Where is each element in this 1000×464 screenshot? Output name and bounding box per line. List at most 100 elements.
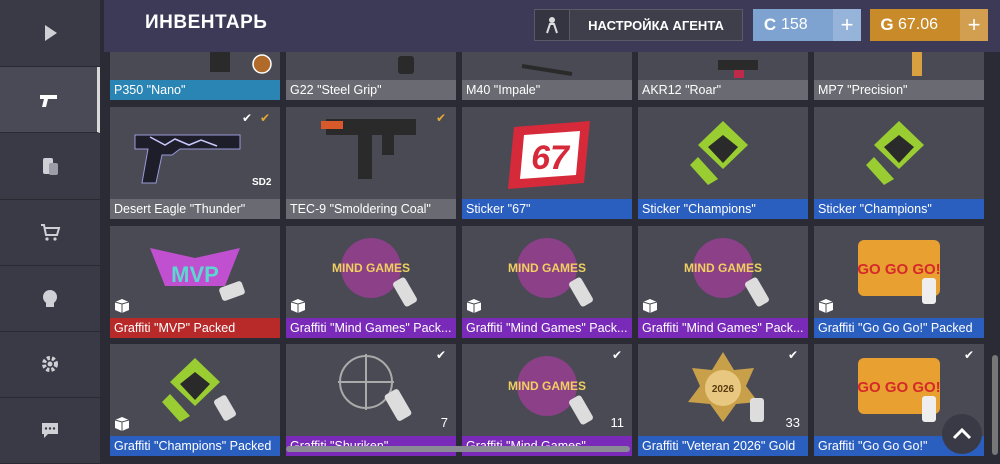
item-name: Graffiti "Mind Games" Pack... (286, 318, 456, 338)
play-icon (45, 25, 57, 41)
go-go-go-text: GO GO GO! (857, 379, 940, 396)
item-card[interactable]: MIND GAMES ✔ 11 Graffiti "Mind Games" (462, 344, 632, 456)
item-name: Graffiti "Mind Games" Pack... (638, 318, 808, 338)
scroll-up-button[interactable] (942, 414, 982, 454)
veteran-text: 2026 (712, 384, 735, 395)
item-card[interactable]: Sticker "Champions" (814, 107, 984, 219)
item-card[interactable]: 67 Sticker "67" (462, 107, 632, 219)
silver-coin-icon: C (763, 15, 777, 34)
item-image (286, 107, 456, 199)
package-icon (114, 299, 130, 313)
page-title: ИНВЕНТАРЬ (145, 12, 268, 33)
mind-games-text: MIND GAMES (508, 379, 586, 393)
sidebar-item-play[interactable] (0, 0, 100, 67)
item-image: MIND GAMES (638, 226, 808, 318)
agent-icon (535, 10, 570, 40)
item-image (462, 52, 632, 80)
item-card[interactable]: Graffiti "Champions" Packed (110, 344, 280, 456)
sidebar-item-settings[interactable] (0, 331, 100, 398)
item-card[interactable]: SD2 ✔ ✔ Desert Eagle "Thunder" (110, 107, 280, 219)
sidebar (0, 0, 100, 464)
deagle-label: SD2 (252, 177, 272, 188)
inventory-grid: P350 "Nano" G22 "Steel Grip" M40 "Impale… (110, 52, 990, 463)
item-image: MVP (110, 226, 280, 318)
item-image: MIND GAMES (462, 226, 632, 318)
add-silver-button[interactable]: + (833, 9, 861, 41)
item-image (286, 344, 456, 436)
item-card[interactable]: 2026 ✔ 33 Graffiti "Veteran 2026" Gold (638, 344, 808, 456)
item-card[interactable]: MIND GAMES Graffiti "Mind Games" Pack... (286, 226, 456, 338)
go-go-go-text: GO GO GO! (857, 261, 940, 278)
gold-coin-icon: G (880, 15, 894, 34)
package-icon (114, 417, 130, 431)
item-image: 67 (462, 107, 632, 199)
item-quantity: 33 (785, 415, 800, 430)
package-icon (642, 299, 658, 313)
selected-check-icon: ✔ (963, 348, 975, 362)
item-name: Graffiti "Veteran 2026" Gold (638, 436, 808, 456)
agent-settings-label: НАСТРОЙКА АГЕНТА (588, 17, 724, 33)
item-quantity: 7 (440, 415, 448, 430)
item-image: 2026 (638, 344, 808, 436)
item-name: MP7 "Precision" (814, 80, 984, 100)
favorite-check-icon: ✔ (259, 111, 271, 125)
item-card[interactable]: ✔ TEC-9 "Smoldering Coal" (286, 107, 456, 219)
item-name: G22 "Steel Grip" (286, 80, 456, 100)
sidebar-item-coins[interactable] (0, 133, 100, 200)
item-image (110, 52, 280, 80)
vertical-scrollbar[interactable] (992, 355, 998, 455)
item-card[interactable]: P350 "Nano" (110, 52, 280, 100)
pistol-icon (39, 94, 57, 107)
sidebar-item-chat[interactable] (0, 397, 100, 464)
chevron-up-icon (952, 428, 972, 440)
cart-icon (41, 224, 61, 241)
item-image (110, 344, 280, 436)
item-name: Graffiti "Mind Games" Pack... (462, 318, 632, 338)
package-icon (290, 299, 306, 313)
mind-games-text: MIND GAMES (684, 261, 762, 275)
sticker-67-text: 67 (531, 139, 571, 177)
item-name: AKR12 "Roar" (638, 80, 808, 100)
item-image (814, 52, 984, 80)
item-card[interactable]: MIND GAMES Graffiti "Mind Games" Pack... (462, 226, 632, 338)
silver-balance: C 158 + (753, 9, 861, 41)
item-image (638, 107, 808, 199)
item-name: TEC-9 "Smoldering Coal" (286, 199, 456, 219)
sidebar-item-agents[interactable] (0, 265, 100, 332)
item-card[interactable]: MVP Graffiti "MVP" Packed (110, 226, 280, 338)
coins-icon (43, 158, 58, 175)
sidebar-item-shop[interactable] (0, 199, 100, 266)
item-name: P350 "Nano" (110, 80, 280, 100)
selected-check-icon: ✔ (241, 111, 253, 125)
item-name: Graffiti "Go Go Go!" Packed (814, 318, 984, 338)
item-card[interactable]: AKR12 "Roar" (638, 52, 808, 100)
item-name: Graffiti "Champions" Packed (110, 436, 280, 456)
item-image: SD2 (110, 107, 280, 199)
item-card[interactable]: GO GO GO! Graffiti "Go Go Go!" Packed (814, 226, 984, 338)
item-image (638, 52, 808, 80)
silver-amount: 158 (781, 16, 808, 33)
item-card[interactable]: MIND GAMES Graffiti "Mind Games" Pack... (638, 226, 808, 338)
package-icon (818, 299, 834, 313)
item-card[interactable]: ✔ 7 Graffiti "Shuriken" (286, 344, 456, 456)
package-icon (466, 299, 482, 313)
mind-games-text: MIND GAMES (508, 261, 586, 275)
item-name: Desert Eagle "Thunder" (110, 199, 280, 219)
item-name: Sticker "Champions" (638, 199, 808, 219)
add-gold-button[interactable]: + (960, 9, 988, 41)
item-image (814, 107, 984, 199)
sidebar-item-weapons[interactable] (0, 67, 100, 133)
gold-amount: 67.06 (898, 16, 939, 33)
horizontal-scrollbar[interactable] (286, 446, 630, 452)
item-quantity: 11 (610, 415, 625, 430)
item-card[interactable]: G22 "Steel Grip" (286, 52, 456, 100)
mind-games-text: MIND GAMES (332, 261, 410, 275)
agent-icon (43, 290, 57, 307)
selected-check-icon: ✔ (787, 348, 799, 362)
item-card[interactable]: Sticker "Champions" (638, 107, 808, 219)
item-card[interactable]: MP7 "Precision" (814, 52, 984, 100)
item-name: Sticker "Champions" (814, 199, 984, 219)
agent-settings-button[interactable]: НАСТРОЙКА АГЕНТА (534, 9, 743, 41)
item-card[interactable]: M40 "Impale" (462, 52, 632, 100)
item-image (286, 52, 456, 80)
